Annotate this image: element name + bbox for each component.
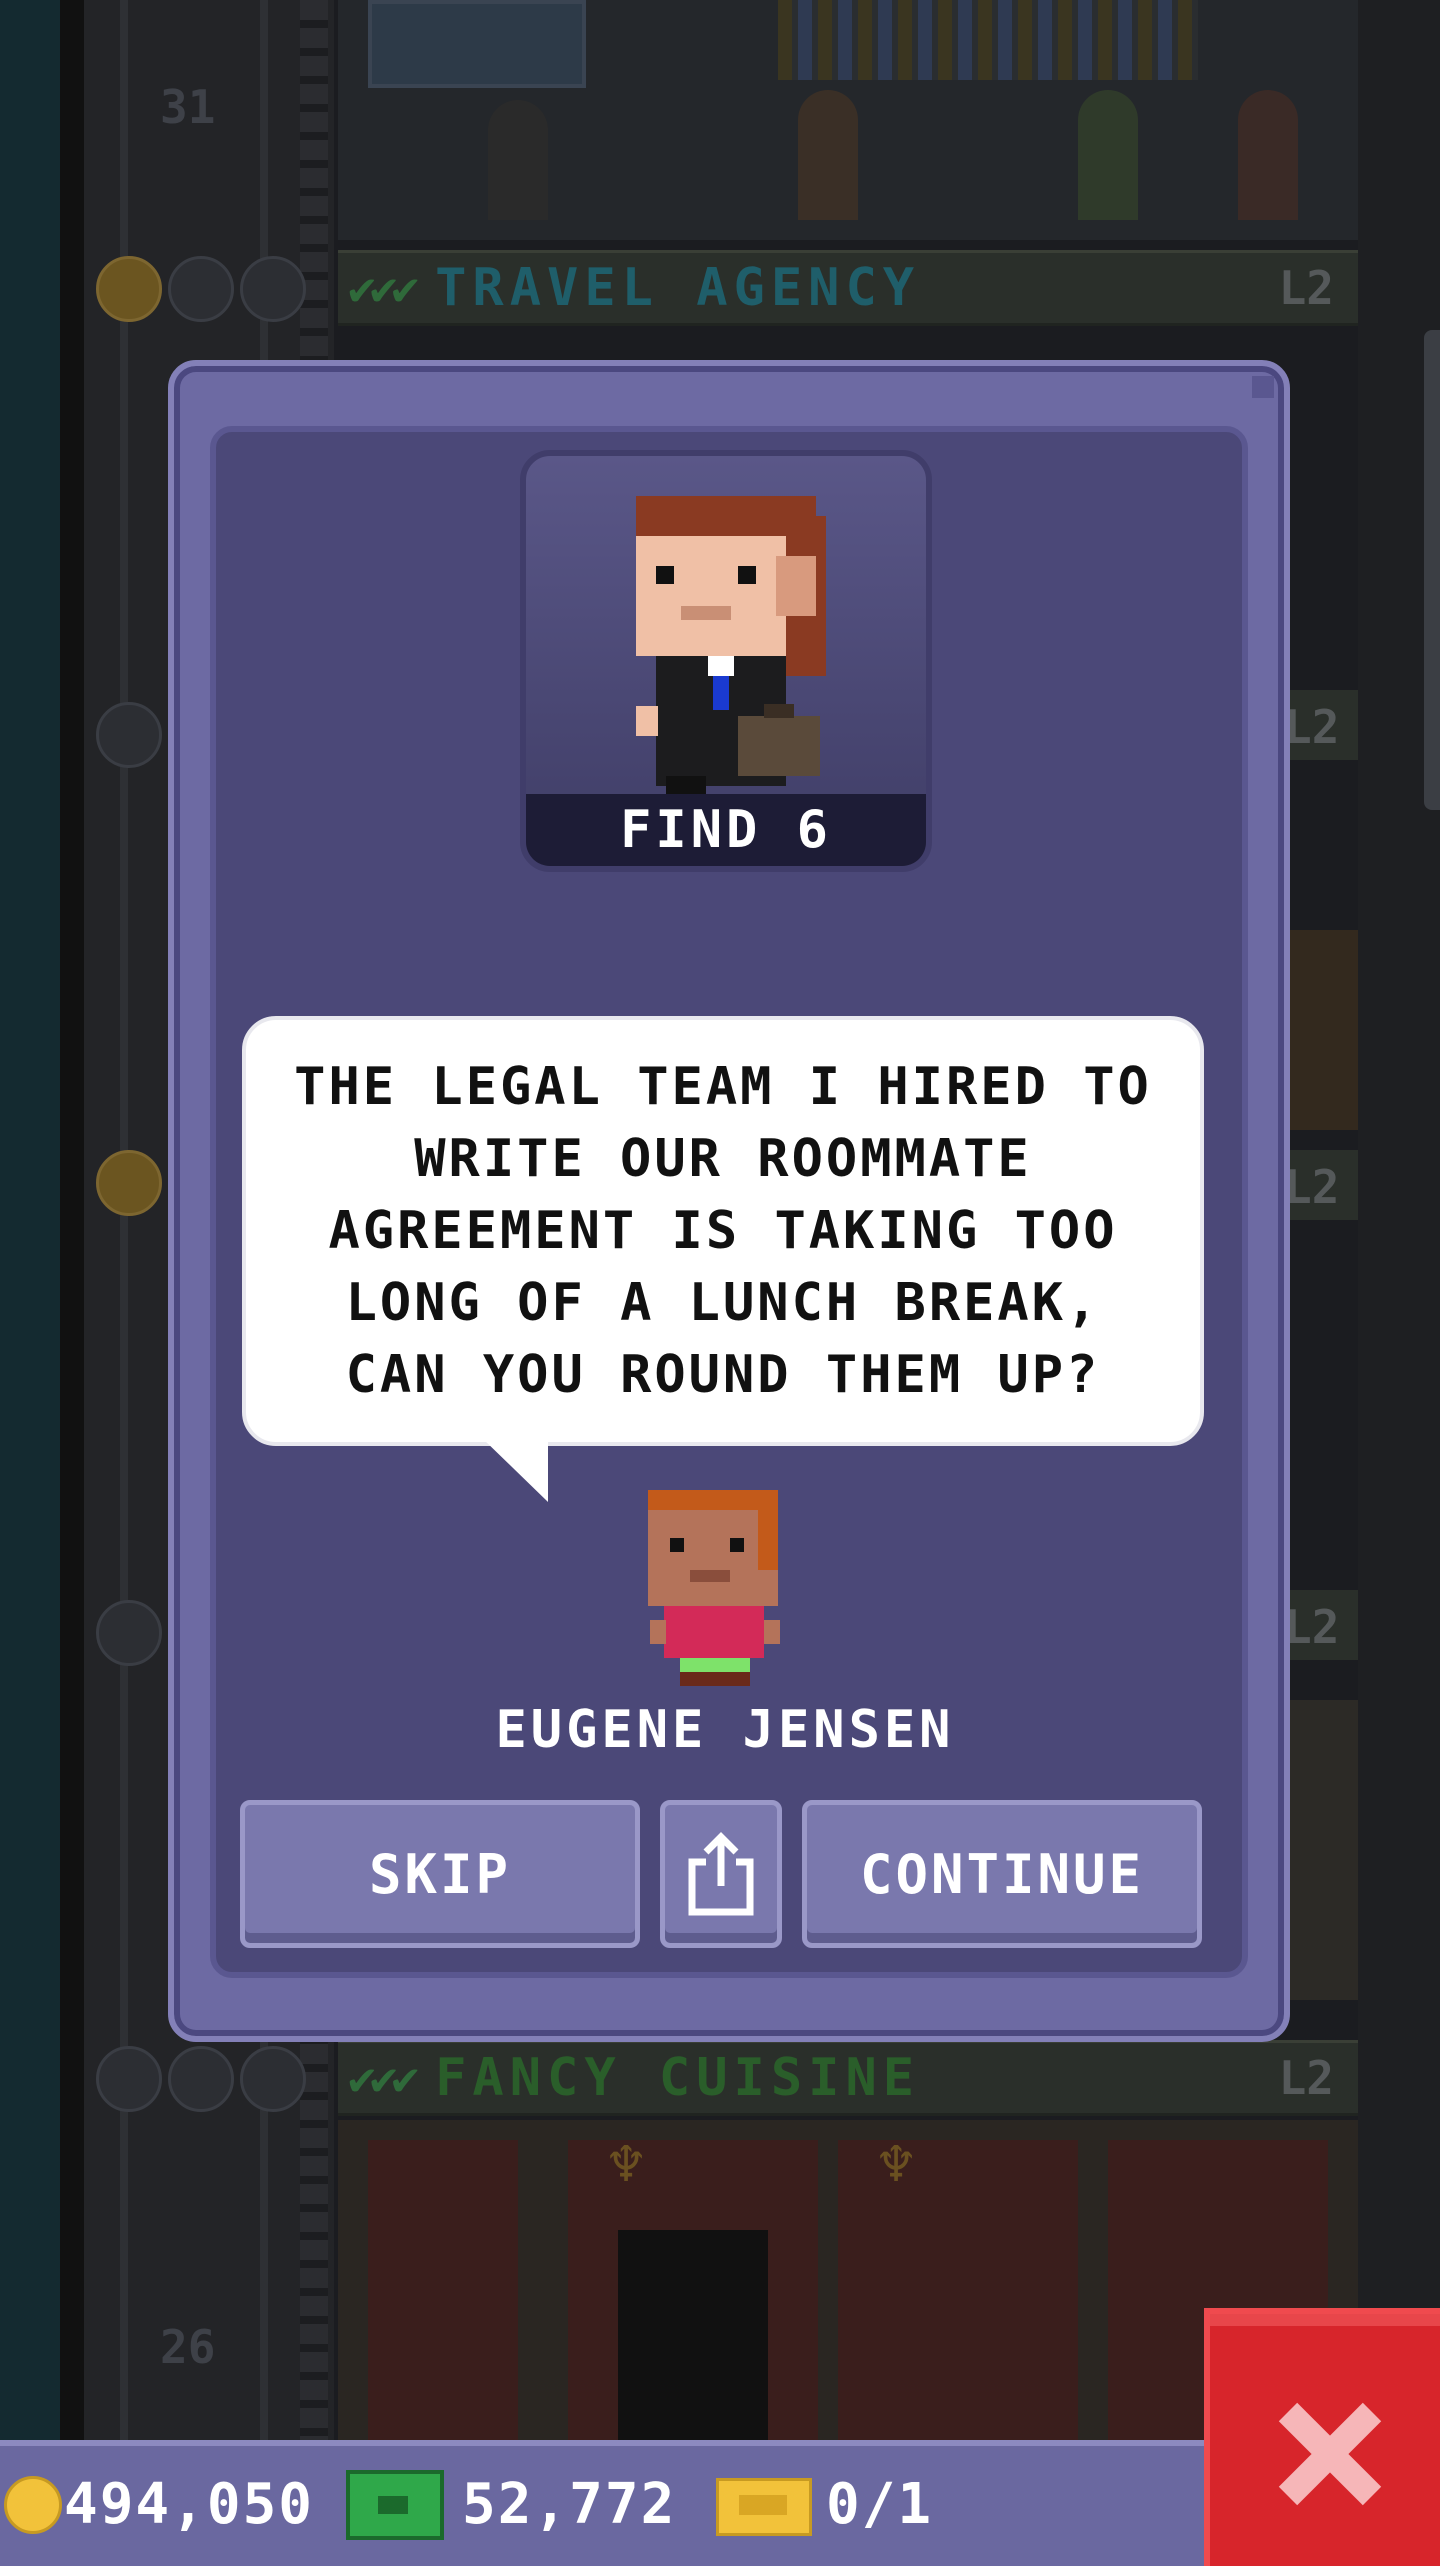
star-icon: [168, 256, 234, 322]
share-button[interactable]: [660, 1800, 782, 1948]
chandelier-icon: ♆: [608, 2130, 645, 2200]
tower-edge: [60, 0, 84, 2440]
bux-icon: [346, 2470, 444, 2540]
floor-banner-fancy-cuisine[interactable]: ✔✔✔ FANCY CUISINE L2: [338, 2040, 1358, 2116]
continue-button[interactable]: CONTINUE: [802, 1800, 1202, 1948]
lawyer-icon: [636, 496, 826, 796]
skip-button-label: SKIP: [368, 1842, 512, 1906]
floor-level: L2: [1278, 261, 1334, 315]
star-icon: [96, 1600, 162, 1666]
floor-level: L2: [1284, 1160, 1340, 1214]
speech-bubble: THE LEGAL TEAM I HIRED TO WRITE OUR ROOM…: [242, 1016, 1204, 1446]
star-icon: [168, 2046, 234, 2112]
floor-name: TRAVEL AGENCY: [435, 258, 921, 318]
speech-tail: [480, 1436, 548, 1502]
star-icon: [96, 702, 162, 768]
sky-strip: [0, 0, 60, 2440]
bux-count: 52,772: [462, 2472, 677, 2537]
find-count-label: FIND 6: [526, 794, 926, 866]
star-icon: [96, 1150, 162, 1216]
scroll-handle[interactable]: [1424, 330, 1440, 810]
target-portrait: FIND 6: [520, 450, 932, 872]
travel-agency-room: [338, 0, 1358, 240]
star-icon: [96, 256, 162, 322]
skip-button[interactable]: SKIP: [240, 1800, 640, 1948]
ticket-count: 0/1: [826, 2472, 934, 2537]
floor-level: L2: [1284, 1600, 1340, 1654]
chandelier-icon: ♆: [878, 2130, 915, 2200]
close-icon: [1278, 2402, 1382, 2506]
floor-level: L2: [1278, 2051, 1334, 2105]
floor-number: 26: [160, 2320, 216, 2374]
floor-number: 31: [160, 80, 216, 134]
bitizen-icon: [648, 1490, 780, 1686]
ticket-icon: [716, 2478, 812, 2536]
doorway: [618, 2230, 768, 2440]
floor-level: L2: [1284, 700, 1340, 754]
check-icons: ✔✔✔: [348, 261, 419, 315]
check-icons: ✔✔✔: [348, 2051, 419, 2105]
floor-banner-travel-agency[interactable]: ✔✔✔ TRAVEL AGENCY L2: [338, 250, 1358, 326]
star-icon: [96, 2046, 162, 2112]
star-icon: [240, 2046, 306, 2112]
star-icon: [240, 256, 306, 322]
floor-name: FANCY CUISINE: [435, 2048, 921, 2108]
speaker-name: EUGENE JENSEN: [495, 1700, 955, 1760]
continue-button-label: CONTINUE: [859, 1842, 1145, 1906]
coin-count: 494,050: [64, 2472, 315, 2537]
coin-icon: [4, 2476, 62, 2534]
close-button[interactable]: [1204, 2308, 1440, 2566]
share-icon: [688, 1832, 754, 1916]
mission-message: THE LEGAL TEAM I HIRED TO WRITE OUR ROOM…: [294, 1057, 1152, 1405]
